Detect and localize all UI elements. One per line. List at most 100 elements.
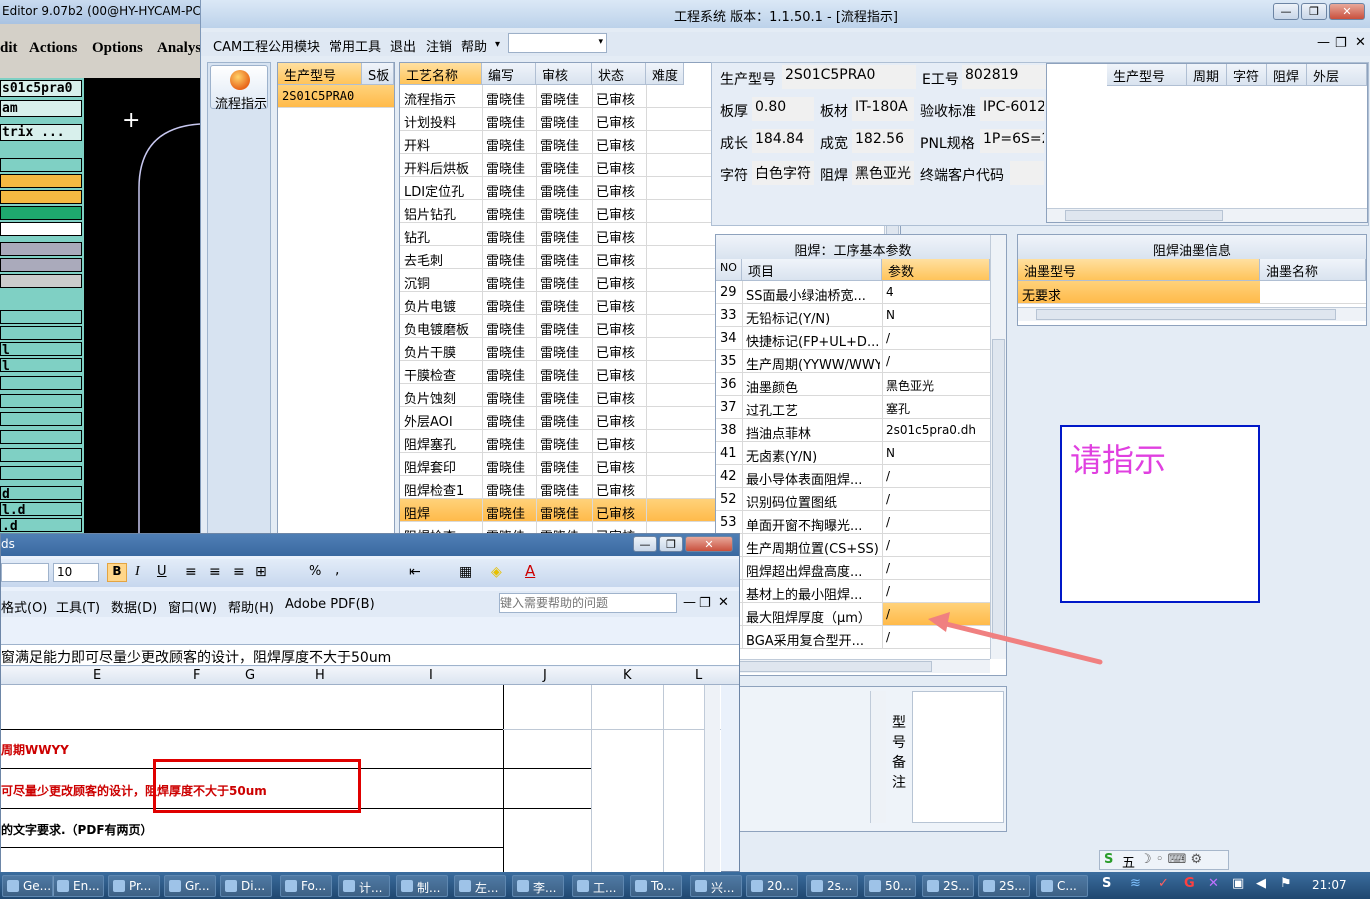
highlight-box xyxy=(153,759,361,813)
clock[interactable]: 21:07 xyxy=(1312,878,1347,892)
taskbar-button[interactable]: 2S... xyxy=(922,875,974,897)
taskbar-button[interactable]: 50... xyxy=(864,875,916,897)
col-k[interactable]: K xyxy=(623,668,632,683)
col-i[interactable]: I xyxy=(429,668,433,683)
app-icon xyxy=(169,880,181,892)
taskbar-button[interactable]: To... xyxy=(630,875,682,897)
excel-minimize-button[interactable]: — xyxy=(633,536,657,552)
app-icon xyxy=(7,880,19,892)
excel-close-button[interactable]: ✕ xyxy=(685,536,733,552)
taskbar-button[interactable]: Ge... xyxy=(2,875,54,897)
taskbar-label: 20... xyxy=(767,879,794,893)
taskbar-label: 工... xyxy=(593,881,617,895)
taskbar-label: En... xyxy=(73,879,100,893)
tray-flag-icon[interactable]: ⚑ xyxy=(1280,876,1292,891)
excel-title: ds xyxy=(1,537,15,551)
indent-icon[interactable]: ⇤ xyxy=(409,564,421,580)
taskbar-button[interactable]: 制... xyxy=(396,875,448,897)
doc-restore-button[interactable]: ❐ xyxy=(699,596,711,611)
app-icon xyxy=(751,880,763,892)
tray-network-icon[interactable]: ≋ xyxy=(1130,876,1141,891)
taskbar-button[interactable]: 计... xyxy=(338,875,390,897)
excel-maximize-button[interactable]: ❐ xyxy=(659,536,683,552)
borders-icon[interactable]: ▦ xyxy=(459,564,472,580)
align-left-icon[interactable]: ≡ xyxy=(185,564,197,580)
percent-button[interactable]: % xyxy=(309,564,321,579)
app-icon xyxy=(57,880,69,892)
fill-color-icon[interactable]: ◈ xyxy=(491,564,502,580)
col-h[interactable]: H xyxy=(315,668,325,683)
taskbar-label: Fo... xyxy=(301,879,327,893)
app-icon xyxy=(695,880,707,892)
formula-bar[interactable]: 窗满足能力即可尽量少更改顾客的设计，阻焊厚度不大于50um xyxy=(1,644,739,666)
doc-minimize-button[interactable]: — xyxy=(683,595,696,610)
taskbar-label: 2S... xyxy=(999,879,1026,893)
tray-volume-icon[interactable]: ◀ xyxy=(1256,876,1266,891)
font-name-combo[interactable] xyxy=(1,563,49,582)
taskbar-button[interactable]: Di... xyxy=(220,875,272,897)
underline-button[interactable]: U xyxy=(157,564,167,579)
app-icon xyxy=(401,880,413,892)
tray-tool-icon[interactable]: ✕ xyxy=(1208,876,1219,891)
app-icon xyxy=(113,880,125,892)
app-icon xyxy=(459,880,471,892)
tray-ime-icon[interactable]: S xyxy=(1102,876,1111,891)
tray-app-icon[interactable]: ✓ xyxy=(1158,876,1169,891)
italic-button[interactable]: I xyxy=(135,564,140,580)
tray-antivirus-icon[interactable]: G xyxy=(1184,876,1195,891)
menu-window[interactable]: 窗口(W) xyxy=(168,597,217,616)
comma-button[interactable]: , xyxy=(335,562,339,578)
excel-window: ds — ❐ ✕ 10 B I U ≡ ≡ ≡ ⊞ % , ⇤ ▦ ◈ A 格式… xyxy=(0,533,740,873)
col-e[interactable]: E xyxy=(93,668,101,683)
taskbar-button[interactable]: 工... xyxy=(572,875,624,897)
taskbar-button[interactable]: Gr... xyxy=(164,875,216,897)
align-right-icon[interactable]: ≡ xyxy=(233,564,245,580)
taskbar-label: C... xyxy=(1057,879,1077,893)
taskbar-button[interactable]: Fo... xyxy=(280,875,332,897)
doc-close-button[interactable]: ✕ xyxy=(718,595,729,610)
taskbar-button[interactable]: 左... xyxy=(454,875,506,897)
taskbar-button[interactable]: 2S... xyxy=(978,875,1030,897)
font-color-button[interactable]: A xyxy=(525,562,535,580)
app-icon xyxy=(811,880,823,892)
menu-adobe-pdf[interactable]: Adobe PDF(B) xyxy=(285,597,375,612)
sheet-scrollbar[interactable] xyxy=(704,685,720,873)
taskbar-button[interactable]: 20... xyxy=(746,875,798,897)
menu-help[interactable]: 帮助(H) xyxy=(228,597,274,616)
taskbar-label: 兴... xyxy=(711,881,735,895)
col-f[interactable]: F xyxy=(193,668,200,683)
taskbar-button[interactable]: Pr... xyxy=(108,875,160,897)
cell-cycle-text: 周期WWYY xyxy=(1,743,69,757)
bold-button[interactable]: B xyxy=(107,563,127,582)
col-j[interactable]: J xyxy=(543,668,547,683)
tray-device-icon[interactable]: ▣ xyxy=(1232,876,1244,891)
menu-format[interactable]: 格式(O) xyxy=(1,597,47,616)
help-search-input[interactable] xyxy=(499,593,677,613)
cell-pdf-note: 的文字要求.（PDF有两页） xyxy=(1,823,153,837)
taskbar-button[interactable]: En... xyxy=(52,875,104,897)
app-icon xyxy=(983,880,995,892)
taskbar-button[interactable]: 李... xyxy=(512,875,564,897)
taskbar-label: 李... xyxy=(533,881,557,895)
menu-data[interactable]: 数据(D) xyxy=(111,597,157,616)
menu-tools[interactable]: 工具(T) xyxy=(56,597,100,616)
align-center-icon[interactable]: ≡ xyxy=(209,564,221,580)
merge-center-icon[interactable]: ⊞ xyxy=(255,564,267,580)
excel-menu-bar: 格式(O) 工具(T) 数据(D) 窗口(W) 帮助(H) Adobe PDF(… xyxy=(1,591,739,617)
app-icon xyxy=(343,880,355,892)
sheet-grid[interactable]: 周期WWYY 可尽量少更改顾客的设计，阻焊厚度不大于50um 的文字要求.（PD… xyxy=(1,685,721,873)
taskbar-label: Ge... xyxy=(23,879,52,893)
taskbar-label: 左... xyxy=(475,881,499,895)
taskbar-button[interactable]: 2s... xyxy=(806,875,858,897)
taskbar-label: To... xyxy=(651,879,675,893)
app-icon xyxy=(635,880,647,892)
taskbar-label: Di... xyxy=(241,879,266,893)
taskbar-button[interactable]: C... xyxy=(1036,875,1088,897)
col-g[interactable]: G xyxy=(245,668,255,683)
taskbar-button[interactable]: 兴... xyxy=(690,875,742,897)
taskbar-label: 2S... xyxy=(943,879,970,893)
app-icon xyxy=(1041,880,1053,892)
col-l[interactable]: L xyxy=(695,668,702,683)
font-size-combo[interactable]: 10 xyxy=(53,563,99,582)
app-icon xyxy=(577,880,589,892)
